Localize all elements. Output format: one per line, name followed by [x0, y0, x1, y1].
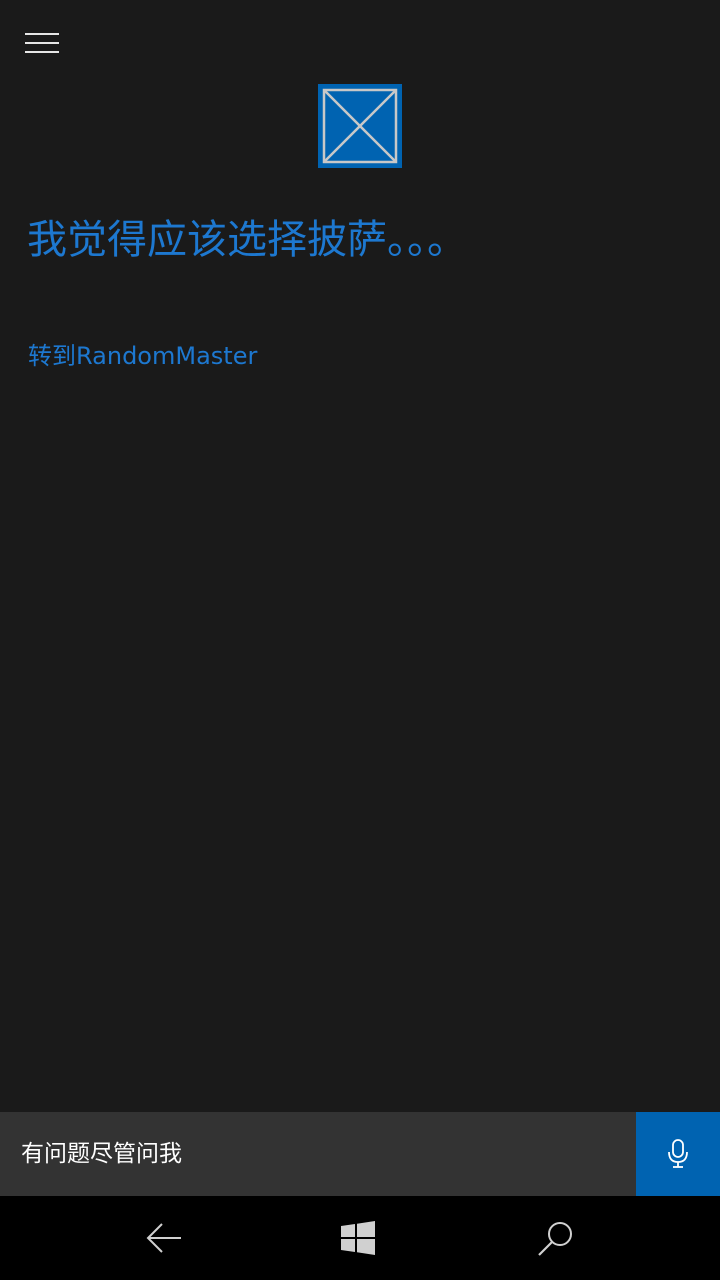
- microphone-icon: [668, 1139, 688, 1168]
- search-button[interactable]: [496, 1196, 616, 1280]
- menu-line: [25, 33, 59, 35]
- ask-input[interactable]: [0, 1112, 636, 1196]
- back-arrow-icon: [146, 1223, 181, 1253]
- menu-line: [25, 42, 59, 44]
- navigation-bar: [0, 1196, 720, 1280]
- goto-app-link[interactable]: 转到RandomMaster: [28, 338, 257, 374]
- microphone-button[interactable]: [636, 1112, 720, 1196]
- answer-text: 我觉得应该选择披萨。。。: [27, 217, 467, 263]
- menu-line: [25, 51, 59, 53]
- search-icon: [538, 1222, 572, 1256]
- broken-image-placeholder-icon: [318, 84, 402, 168]
- ask-bar: [0, 1112, 720, 1196]
- hamburger-menu-icon[interactable]: [18, 24, 66, 64]
- windows-logo-icon: [341, 1221, 375, 1255]
- back-button[interactable]: [104, 1196, 224, 1280]
- cortana-screen: 我觉得应该选择披萨。。。 转到RandomMaster: [0, 0, 720, 1280]
- start-button[interactable]: [298, 1196, 418, 1280]
